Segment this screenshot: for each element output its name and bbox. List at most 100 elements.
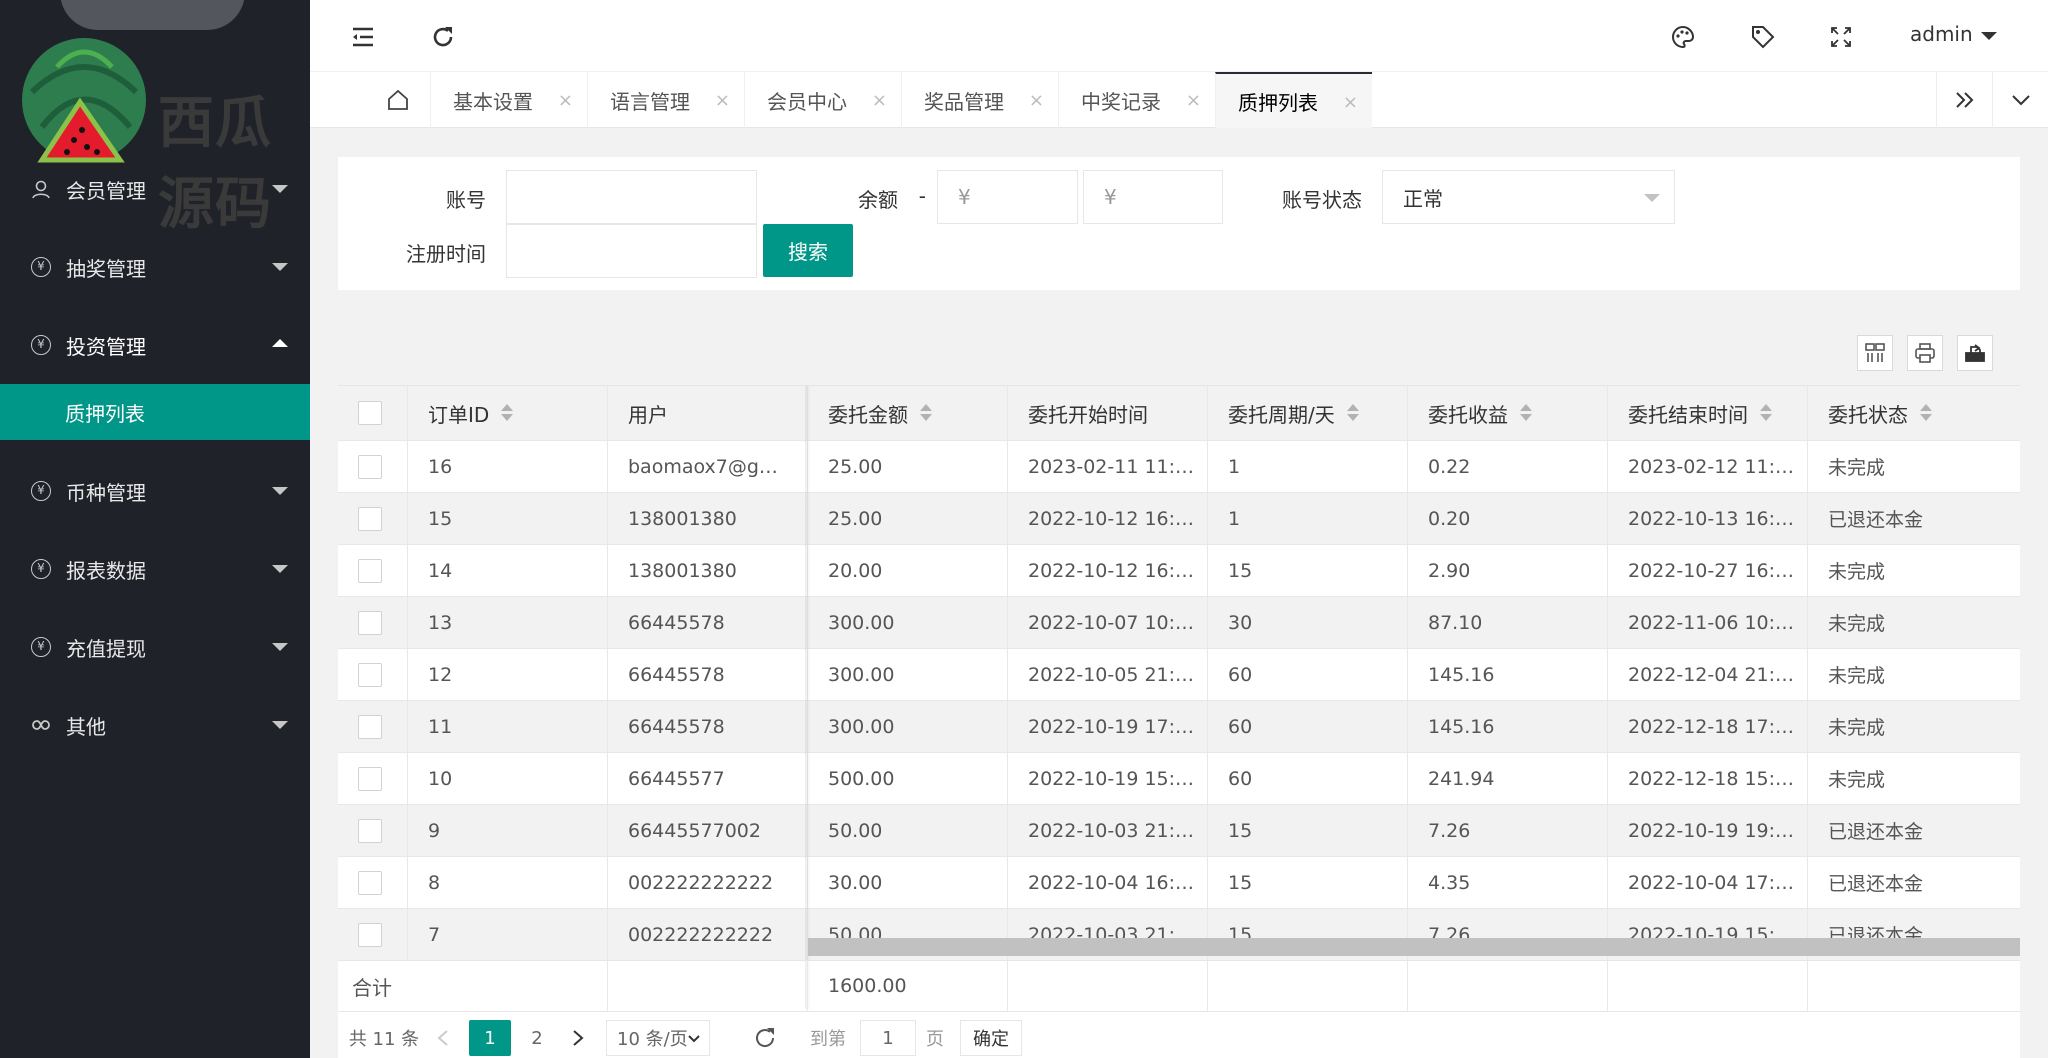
row-checkbox[interactable] (358, 558, 382, 583)
column-filter-button[interactable] (1857, 335, 1893, 371)
table-row[interactable]: 14 138001380 20.00 2022-10-12 16:… 15 2.90 202… (338, 545, 2020, 597)
sort-icon[interactable] (920, 404, 932, 422)
goto-confirm-button[interactable]: 确定 (960, 1020, 1022, 1056)
column-header[interactable]: 委托结束时间 (1608, 386, 1808, 440)
sidebar-item-label: 其他 (66, 714, 106, 739)
sort-icon[interactable] (1760, 404, 1772, 422)
column-header[interactable]: 委托开始时间 (1008, 386, 1208, 440)
sidebar-item[interactable]: ¥ 币种管理 (0, 452, 310, 530)
sidebar-item[interactable]: 会员管理 (0, 150, 310, 228)
sort-icon[interactable] (1920, 404, 1932, 422)
row-checkbox[interactable] (358, 870, 382, 895)
pager-refresh-button[interactable] (750, 1020, 780, 1056)
table-cell: 66445577002 (608, 805, 808, 856)
close-icon[interactable]: × (872, 90, 887, 111)
column-header[interactable]: 委托金额 (808, 386, 1008, 440)
tab[interactable]: 语言管理 × (587, 72, 744, 128)
sidebar-item[interactable]: ¥ 投资管理 (0, 306, 310, 384)
close-icon[interactable]: × (1029, 90, 1044, 111)
tabs-menu[interactable] (1992, 72, 2048, 128)
sort-icon[interactable] (1346, 404, 1359, 422)
next-page-button[interactable] (563, 1020, 593, 1056)
chevron-down-icon (272, 185, 288, 193)
export-button[interactable] (1957, 335, 1993, 371)
theme-icon[interactable] (1670, 24, 1696, 50)
row-checkbox[interactable] (358, 714, 382, 739)
sidebar-item[interactable]: ¥ 抽奖管理 (0, 228, 310, 306)
sidebar-item[interactable]: 其他 (0, 686, 310, 764)
sidebar-item[interactable]: ¥ 充值提现 (0, 608, 310, 686)
horizontal-scrollbar[interactable] (808, 938, 2020, 956)
table-row[interactable]: 11 66445578 300.00 2022-10-19 17:… 60 145.16 2… (338, 701, 2020, 753)
row-checkbox[interactable] (358, 662, 382, 687)
close-icon[interactable]: × (558, 90, 573, 111)
balance-max-input[interactable]: ¥ (1083, 170, 1223, 224)
chevron-down-icon (272, 565, 288, 573)
row-checkbox[interactable] (358, 610, 382, 635)
tag-icon[interactable] (1750, 24, 1776, 50)
close-icon[interactable]: × (1186, 90, 1201, 111)
row-select-cell (338, 649, 408, 700)
sort-icon[interactable] (1520, 404, 1532, 422)
table-row[interactable]: 10 66445577 500.00 2022-10-19 15:… 60 241.94 2… (338, 753, 2020, 805)
table-row[interactable]: 15 138001380 25.00 2022-10-12 16:… 1 0.20 2022… (338, 493, 2020, 545)
row-checkbox[interactable] (358, 506, 382, 531)
balance-dash: - (918, 184, 926, 208)
sidebar-item[interactable]: ¥ 报表数据 (0, 530, 310, 608)
table-row[interactable]: 13 66445578 300.00 2022-10-07 10:… 30 87.10 20… (338, 597, 2020, 649)
balance-min-input[interactable]: ¥ (937, 170, 1078, 224)
tab[interactable]: 会员中心 × (744, 72, 901, 128)
status-select[interactable]: 正常 (1382, 170, 1675, 224)
table-cell: 9 (408, 805, 608, 856)
prev-page-button[interactable] (428, 1020, 458, 1056)
fullscreen-icon[interactable] (1828, 24, 1854, 50)
account-input[interactable] (506, 170, 757, 224)
column-header[interactable]: 委托周期/天 (1208, 386, 1408, 440)
refresh-icon[interactable] (430, 24, 456, 50)
table-cell: 已退还本金 (1828, 509, 1924, 531)
table-row[interactable]: 8 002222222222 30.00 2022-10-04 16:… 15 4.35 2… (338, 857, 2020, 909)
row-select-cell (338, 753, 408, 804)
tab[interactable]: 基本设置 × (430, 72, 587, 128)
row-checkbox[interactable] (358, 454, 382, 479)
select-all-checkbox[interactable] (358, 401, 382, 425)
row-checkbox[interactable] (358, 766, 382, 791)
chevron-down-icon (1980, 31, 1997, 40)
collapse-menu-icon[interactable] (350, 24, 376, 50)
print-button[interactable] (1907, 335, 1943, 371)
close-icon[interactable]: × (1343, 92, 1358, 113)
table-row[interactable]: 12 66445578 300.00 2022-10-05 21:… 60 145.16 2… (338, 649, 2020, 701)
column-header[interactable]: 用户 (608, 386, 808, 440)
column-header[interactable]: 委托状态 (1808, 386, 2020, 440)
column-header[interactable]: 委托收益 (1408, 386, 1608, 440)
column-header[interactable]: 订单ID (408, 386, 608, 440)
sidebar-subitem-active[interactable]: 质押列表 (0, 384, 310, 440)
page-1-button[interactable]: 1 (469, 1020, 511, 1056)
search-button[interactable]: 搜索 (763, 224, 853, 277)
sort-icon[interactable] (501, 404, 514, 422)
user-menu[interactable]: admin (1910, 22, 1997, 46)
table-cell: 2022-12-18 17:… (1608, 701, 1808, 752)
column-header-label: 委托收益 (1428, 402, 1508, 427)
home-tab[interactable] (310, 72, 430, 128)
user-icon (30, 178, 52, 200)
row-select-cell (338, 545, 408, 596)
table-row[interactable]: 16 baomaox7@g… 25.00 2023-02-11 11:… 1 0.22 20… (338, 441, 2020, 493)
close-icon[interactable]: × (715, 90, 730, 111)
print-icon (1915, 343, 1935, 363)
row-checkbox[interactable] (358, 922, 382, 947)
tab[interactable]: 质押列表 × (1215, 72, 1372, 128)
tabs-scroll-right[interactable] (1936, 72, 1992, 128)
goto-page-input[interactable]: 1 (860, 1020, 916, 1056)
sidebar-item-label: 抽奖管理 (66, 256, 146, 281)
register-time-input[interactable] (506, 224, 757, 278)
tab[interactable]: 中奖记录 × (1058, 72, 1215, 128)
page-2-button[interactable]: 2 (516, 1020, 558, 1056)
page-size-select[interactable]: 10 条/页 (606, 1020, 710, 1056)
logo-area: 定 西瓜源码 (0, 0, 310, 237)
tab[interactable]: 奖品管理 × (901, 72, 1058, 128)
row-checkbox[interactable] (358, 818, 382, 843)
table-row[interactable]: 9 66445577002 50.00 2022-10-03 21:… 15 7.26 20… (338, 805, 2020, 857)
table-cell: 138001380 (608, 545, 808, 596)
chevron-down-icon (272, 263, 288, 271)
